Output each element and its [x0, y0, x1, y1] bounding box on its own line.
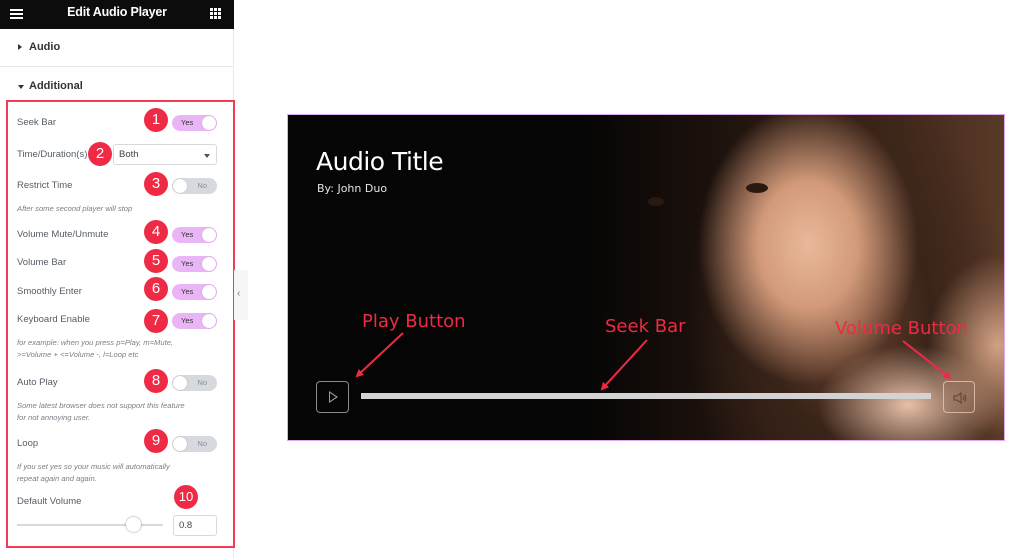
toggle-state: Yes	[181, 287, 194, 296]
badge-7: 7	[144, 309, 168, 333]
collapse-panel-button[interactable]: ‹	[234, 270, 248, 320]
toggle-state: Yes	[181, 316, 194, 325]
auto-play-toggle[interactable]: No	[172, 375, 217, 391]
section-additional-label: Additional	[29, 80, 83, 92]
default-volume-label: Default Volume	[17, 496, 82, 507]
caret-down-icon	[18, 85, 24, 89]
chevron-down-icon	[204, 154, 210, 158]
toggle-state: Yes	[181, 259, 194, 268]
cover-image-detail	[648, 197, 664, 206]
speaker-icon	[953, 392, 967, 404]
time-duration-select[interactable]: Both	[113, 144, 217, 165]
toggle-state: Yes	[181, 118, 194, 127]
time-duration-label: Time/Duration(s)	[17, 149, 88, 160]
loop-description-2: repeat again and again.	[17, 474, 97, 483]
seek-bar-toggle[interactable]: Yes	[172, 115, 217, 131]
select-value: Both	[119, 149, 139, 160]
toggle-knob	[202, 228, 216, 242]
seek-bar[interactable]	[361, 393, 931, 399]
badge-3: 3	[144, 172, 168, 196]
volume-bar-toggle[interactable]: Yes	[172, 256, 217, 272]
toggle-knob	[202, 314, 216, 328]
loop-toggle[interactable]: No	[172, 436, 217, 452]
default-volume-input[interactable]: 0.8	[173, 515, 217, 536]
audio-artist: By: John Duo	[317, 182, 388, 195]
keyboard-enable-description-1: for example: when you press p=Play, m=Mu…	[17, 338, 174, 347]
volume-bar-label: Volume Bar	[17, 257, 67, 268]
volume-button[interactable]	[943, 381, 975, 413]
toggle-knob	[202, 116, 216, 130]
badge-10: 10	[174, 485, 198, 509]
toggle-knob	[202, 285, 216, 299]
toggle-knob	[202, 257, 216, 271]
toggle-knob	[173, 179, 187, 193]
section-audio[interactable]: Audio	[0, 29, 234, 67]
play-icon	[329, 391, 338, 403]
loop-description-1: If you set yes so your music will automa…	[17, 462, 170, 471]
auto-play-description-1: Some latest browser does not support thi…	[17, 401, 185, 410]
loop-label: Loop	[17, 438, 39, 449]
section-audio-label: Audio	[29, 41, 61, 53]
restrict-time-description: After some second player will stop	[17, 204, 133, 213]
restrict-time-label: Restrict Time	[17, 180, 73, 191]
panel-title: Edit Audio Player	[67, 5, 167, 19]
editor-panel: Edit Audio Player Audio Additional Seek …	[0, 0, 235, 558]
audio-title: Audio Title	[316, 147, 444, 176]
toggle-state: No	[197, 378, 207, 387]
restrict-time-toggle[interactable]: No	[172, 178, 217, 194]
audio-player: Audio Title By: John Duo	[287, 114, 1005, 441]
badge-4: 4	[144, 220, 168, 244]
default-volume-slider[interactable]	[17, 524, 163, 526]
caret-right-icon	[18, 44, 22, 50]
auto-play-label: Auto Play	[17, 377, 58, 388]
toggle-knob	[173, 376, 187, 390]
toggle-state: Yes	[181, 230, 194, 239]
toggle-state: No	[197, 181, 207, 190]
badge-8: 8	[144, 369, 168, 393]
toggle-state: No	[197, 439, 207, 448]
annotation-play-button: Play Button	[362, 311, 466, 332]
keyboard-enable-description-2: >=Volume + <=Volume -, l=Loop etc	[17, 350, 139, 359]
play-button[interactable]	[316, 381, 349, 413]
badge-2: 2	[88, 142, 112, 166]
cover-image-detail	[746, 183, 768, 193]
smoothly-enter-toggle[interactable]: Yes	[172, 284, 217, 300]
chevron-left-icon: ‹	[237, 288, 241, 299]
panel-header: Edit Audio Player	[0, 0, 234, 29]
keyboard-enable-toggle[interactable]: Yes	[172, 313, 217, 329]
annotation-volume-button: Volume Button	[835, 318, 968, 339]
volume-mute-toggle[interactable]: Yes	[172, 227, 217, 243]
seek-bar-label: Seek Bar	[17, 117, 57, 128]
badge-5: 5	[144, 249, 168, 273]
badge-9: 9	[144, 429, 168, 453]
volume-mute-label: Volume Mute/Unmute	[17, 229, 109, 240]
badge-6: 6	[144, 277, 168, 301]
toggle-knob	[173, 437, 187, 451]
annotation-seek-bar: Seek Bar	[605, 316, 686, 337]
keyboard-enable-label: Keyboard Enable	[17, 314, 90, 325]
smoothly-enter-label: Smoothly Enter	[17, 286, 82, 297]
grid-icon[interactable]	[210, 8, 221, 19]
badge-1: 1	[144, 108, 168, 132]
auto-play-description-2: for not annoying user.	[17, 413, 91, 422]
